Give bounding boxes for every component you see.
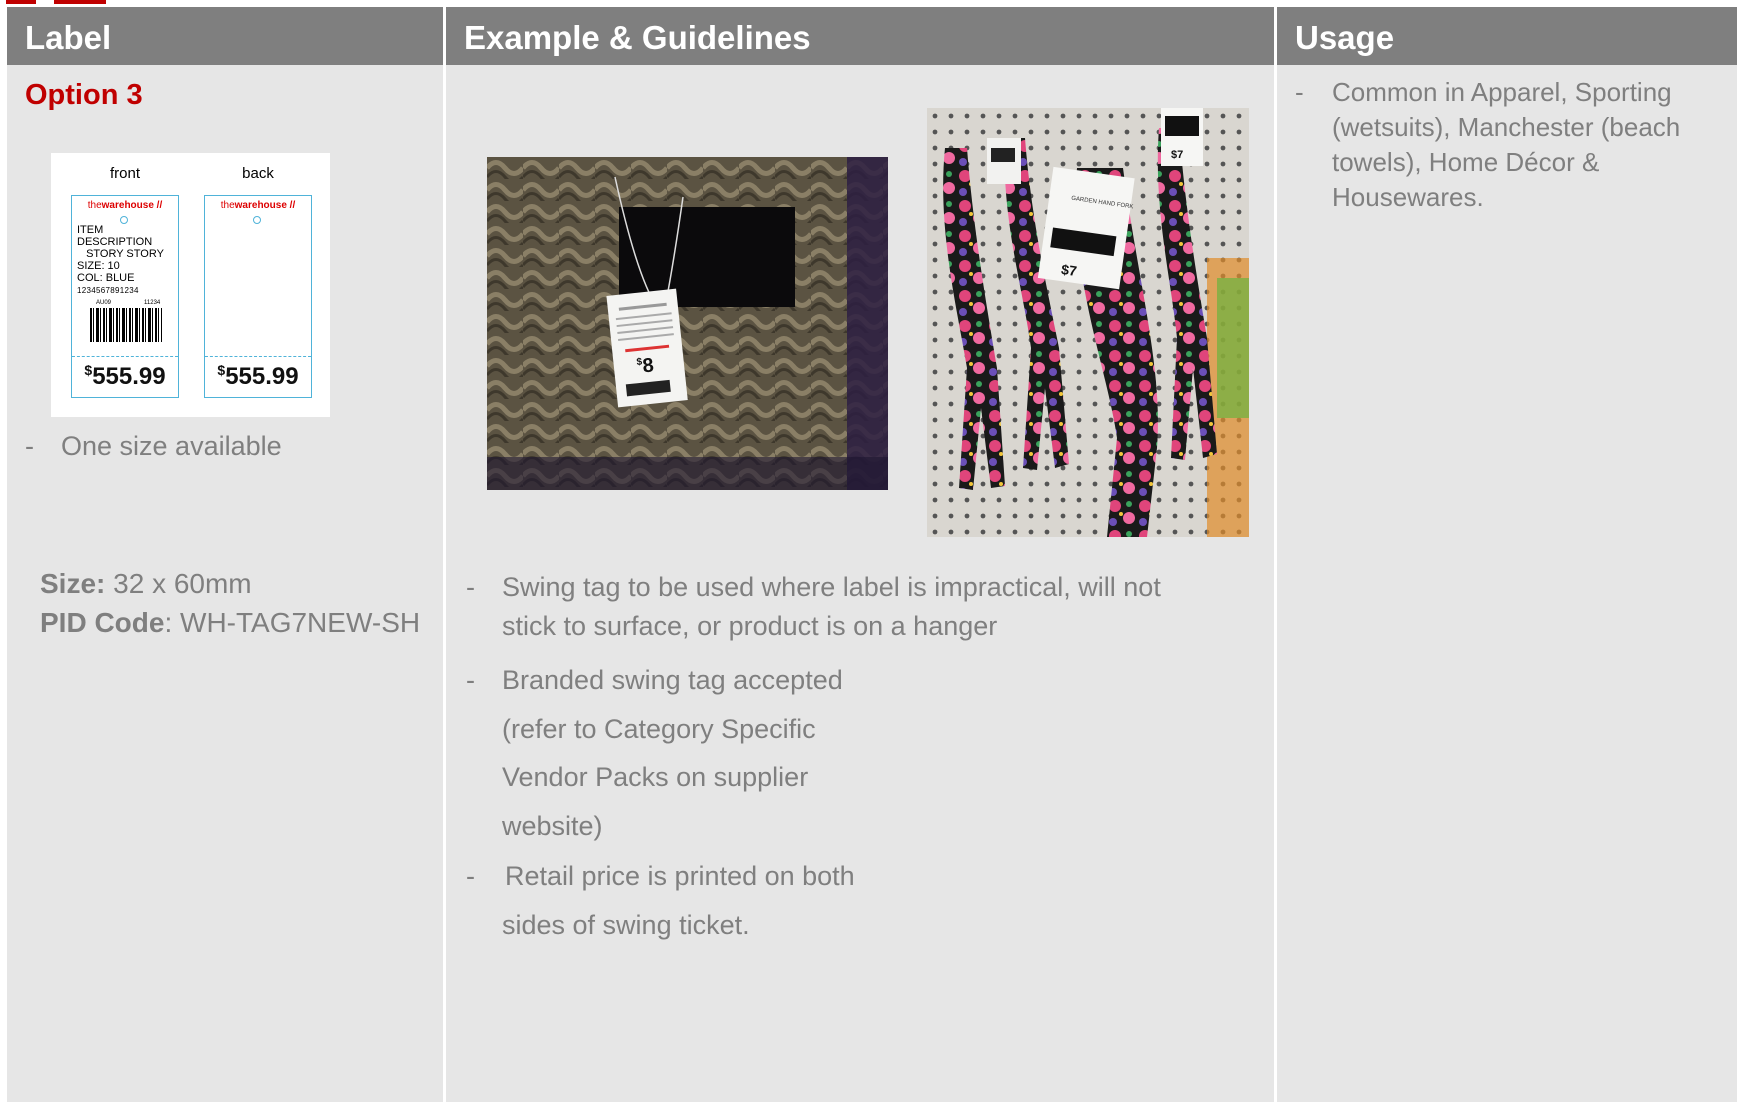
tear-line [205, 356, 311, 357]
garden-tag-price: $7 [1060, 261, 1078, 279]
barcode [90, 308, 162, 342]
corner-mark-2 [54, 0, 106, 4]
tag-price-front: $555.99 [84, 362, 166, 390]
size-spec: Size: 32 x 60mm [40, 568, 252, 599]
option-title: Option 3 [25, 79, 143, 111]
swing-tag-illustration: front back thewarehouse // ITEM DESCRIPT… [51, 153, 330, 417]
example-column-body: $8 GARDEN HAND FORK $7 $7 - Swing tag to… [446, 65, 1274, 1102]
example-column-header: Example & Guidelines [446, 7, 1274, 65]
usage-column-body: - Common in Apparel, Sporting (wetsuits)… [1277, 65, 1737, 1102]
tag-price-back: $555.99 [217, 362, 299, 390]
tag-front: thewarehouse // ITEM DESCRIPTION STORY S… [71, 195, 179, 398]
basket-photo: $8 [487, 157, 888, 490]
garden-tools-photo-image: GARDEN HAND FORK $7 $7 [927, 108, 1249, 537]
garden-top-tag-price: $7 [1171, 149, 1183, 161]
tag-hole [120, 216, 128, 224]
tear-line [72, 356, 178, 357]
example-column: Example & Guidelines $8 GARDEN HAND FORK… [446, 7, 1274, 1102]
tag-back-label: back [242, 165, 274, 182]
usage-text: Common in Apparel, Sporting (wetsuits), … [1332, 77, 1681, 212]
tag-back: thewarehouse // $555.99 [204, 195, 312, 398]
basket-photo-image: $8 [487, 157, 888, 490]
tag-description: ITEM DESCRIPTION STORY STORY SIZE: 10 CO… [77, 224, 164, 295]
label-column-header: Label [7, 7, 443, 65]
tag-front-label: front [109, 165, 140, 182]
brand-logo: thewarehouse // [87, 200, 163, 211]
usage-bullet-dash: - [1295, 77, 1304, 107]
garden-tools-photo: GARDEN HAND FORK $7 $7 [927, 108, 1249, 537]
pid-code: PID Code: WH-TAG7NEW-SH [40, 607, 421, 638]
tag-hole [253, 216, 261, 224]
label-column-body: Option 3 front back thewarehouse // ITEM… [25, 79, 421, 638]
corner-mark-1 [6, 0, 36, 4]
label-column: Label Option 3 front back thewarehouse /… [7, 7, 443, 1102]
usage-column-header: Usage [1277, 7, 1737, 65]
usage-column: Usage - Common in Apparel, Sporting (wet… [1277, 7, 1737, 1102]
brand-logo: thewarehouse // [220, 200, 296, 211]
